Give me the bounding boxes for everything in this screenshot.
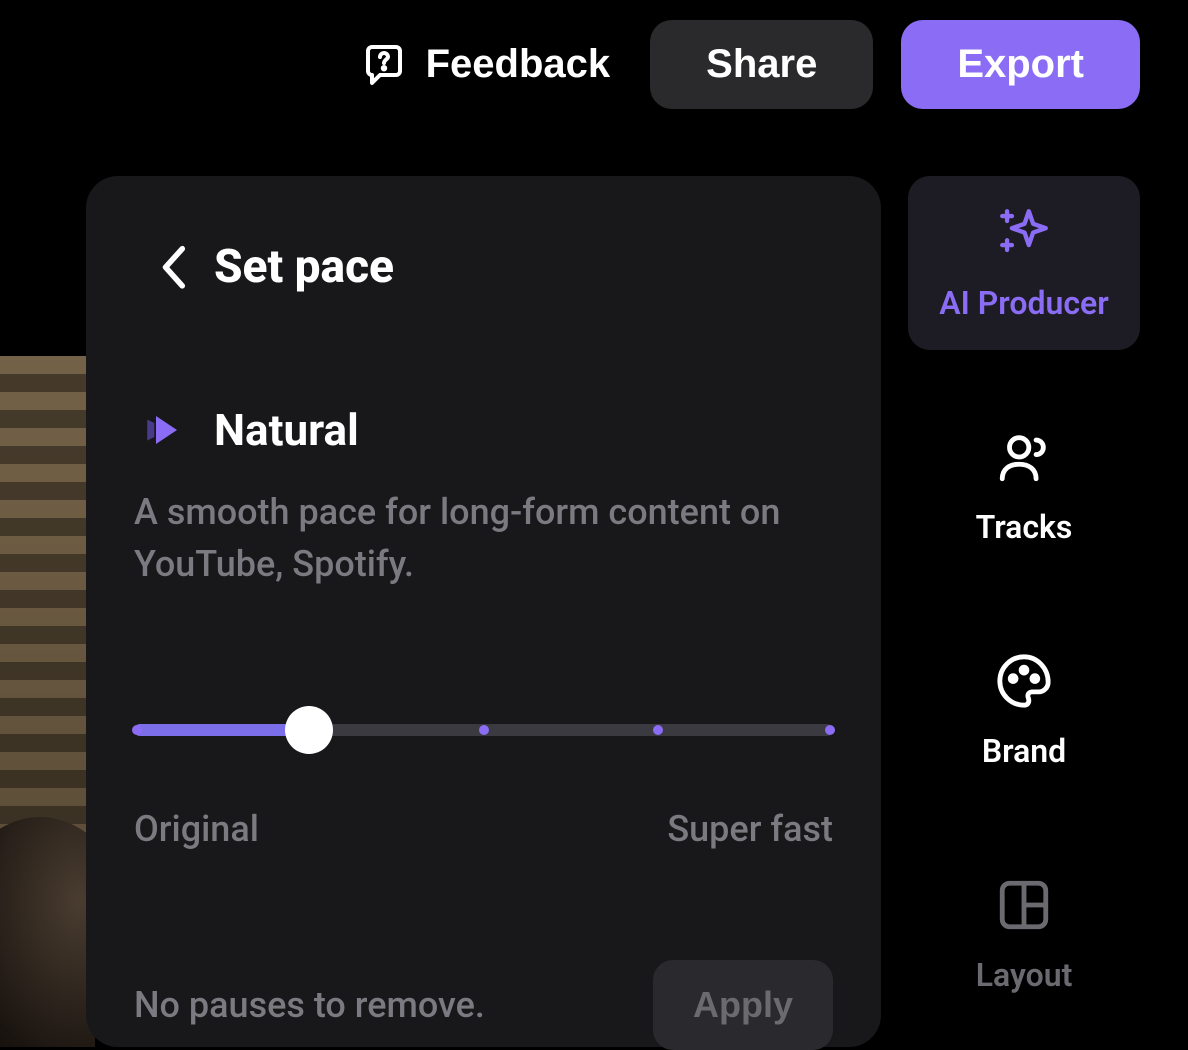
- slider-tick: [653, 725, 663, 735]
- feedback-label: Feedback: [426, 42, 611, 87]
- panel-header: Set pace: [134, 240, 833, 294]
- share-button[interactable]: Share: [650, 20, 873, 109]
- panel-footer: No pauses to remove. Apply: [134, 960, 833, 1050]
- pace-name: Natural: [214, 404, 359, 456]
- layout-icon: [995, 876, 1053, 934]
- slider-thumb[interactable]: [285, 706, 333, 754]
- top-toolbar: Feedback Share Export: [0, 0, 1188, 129]
- set-pace-panel: Set pace Natural A smooth pace for long-…: [86, 176, 881, 1047]
- sidebar-item-label: Layout: [976, 956, 1073, 994]
- slider-labels: Original Super fast: [134, 808, 833, 850]
- palette-icon: [995, 652, 1053, 710]
- video-preview-strip: [0, 356, 95, 1047]
- slider-tick: [132, 725, 142, 735]
- slider-max-label: Super fast: [667, 808, 833, 850]
- right-sidebar: AI Producer Tracks Brand: [908, 176, 1140, 1022]
- sidebar-item-label: AI Producer: [939, 284, 1109, 322]
- apply-button[interactable]: Apply: [653, 960, 833, 1050]
- export-button[interactable]: Export: [901, 20, 1140, 109]
- play-pace-icon: [142, 409, 184, 451]
- question-chat-icon: [360, 41, 408, 89]
- slider-tick: [825, 725, 835, 735]
- panel-title: Set pace: [214, 240, 394, 294]
- sparkles-icon: [995, 204, 1053, 262]
- pace-description: A smooth pace for long-form content on Y…: [134, 486, 833, 590]
- sidebar-item-ai-producer[interactable]: AI Producer: [908, 176, 1140, 350]
- pace-slider[interactable]: [134, 700, 833, 760]
- pace-section: Natural A smooth pace for long-form cont…: [134, 404, 833, 1050]
- people-icon: [995, 428, 1053, 486]
- sidebar-item-tracks[interactable]: Tracks: [908, 400, 1140, 574]
- sidebar-item-layout[interactable]: Layout: [908, 848, 1140, 1022]
- slider-min-label: Original: [134, 808, 259, 850]
- sidebar-item-label: Tracks: [976, 508, 1073, 546]
- pace-header: Natural: [134, 404, 833, 456]
- sidebar-item-label: Brand: [982, 732, 1066, 770]
- feedback-button[interactable]: Feedback: [348, 33, 623, 97]
- slider-fill: [134, 724, 309, 736]
- slider-tick: [479, 725, 489, 735]
- pace-status-text: No pauses to remove.: [134, 984, 485, 1026]
- back-icon[interactable]: [160, 245, 186, 289]
- sidebar-item-brand[interactable]: Brand: [908, 624, 1140, 798]
